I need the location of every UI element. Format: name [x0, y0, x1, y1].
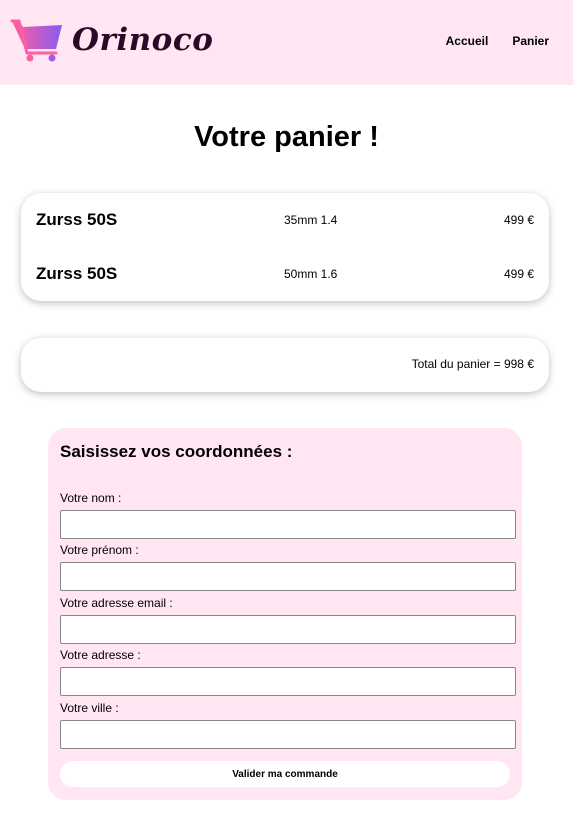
- cart-item: Zurss 50S 50mm 1.6 499 €: [36, 262, 534, 286]
- cart-item-option: 35mm 1.4: [284, 213, 338, 227]
- page-title: Votre panier !: [194, 121, 379, 153]
- form-title: Saisissez vos coordonnées :: [60, 442, 293, 461]
- name-input[interactable]: [60, 510, 516, 539]
- city-label: Votre ville :: [60, 701, 119, 715]
- order-form: Saisissez vos coordonnées : Votre nom : …: [48, 428, 522, 800]
- site-header: Orinoco Accueil Panier: [0, 0, 573, 85]
- main-nav: Accueil Panier: [446, 34, 549, 48]
- first-name-input[interactable]: [60, 562, 516, 591]
- cart-item: Zurss 50S 35mm 1.4 499 €: [36, 208, 534, 232]
- cart-item-price: 499 €: [503, 267, 534, 281]
- email-input[interactable]: [60, 615, 516, 644]
- brand-logo[interactable]: Orinoco: [10, 17, 213, 63]
- cart-item-name: Zurss 50S: [36, 210, 118, 229]
- email-label: Votre adresse email :: [60, 596, 173, 610]
- cart-logo-icon: [10, 19, 62, 62]
- first-name-label: Votre prénom :: [60, 543, 139, 557]
- cart-items-card: Zurss 50S 35mm 1.4 499 € Zurss 50S 50mm …: [21, 193, 549, 301]
- brand-name: Orinoco: [72, 22, 214, 58]
- address-label: Votre adresse :: [60, 648, 141, 662]
- nav-link-cart[interactable]: Panier: [512, 34, 549, 48]
- cart-item-option: 50mm 1.6: [284, 267, 338, 281]
- name-label: Votre nom :: [60, 491, 122, 505]
- cart-total: Total du panier = 998 €: [411, 357, 534, 371]
- nav-link-home[interactable]: Accueil: [446, 34, 489, 48]
- cart-item-price: 499 €: [503, 213, 534, 227]
- city-input[interactable]: [60, 720, 516, 749]
- address-input[interactable]: [60, 667, 516, 696]
- submit-order-button[interactable]: Valider ma commande: [60, 761, 510, 787]
- cart-total-card: Total du panier = 998 €: [21, 338, 549, 392]
- cart-item-name: Zurss 50S: [36, 264, 118, 283]
